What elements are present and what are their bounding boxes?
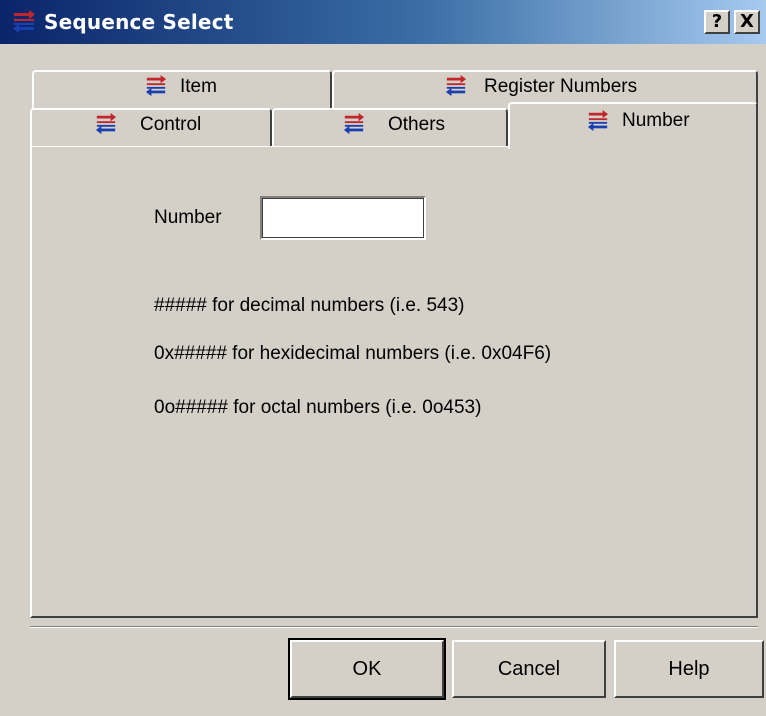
tab-item[interactable]: Item: [32, 70, 332, 110]
number-input[interactable]: [260, 196, 426, 240]
sequence-select-dialog: Sequence Select ? X Item Register Number…: [0, 0, 766, 716]
sequence-app-icon: [13, 10, 35, 33]
button-separator: [30, 626, 758, 628]
sequence-icon: [95, 113, 117, 135]
title-bar[interactable]: Sequence Select ? X: [0, 0, 766, 44]
hint-octal: 0o##### for octal numbers (i.e. 0o453): [154, 397, 482, 418]
tab-number[interactable]: Number: [508, 102, 758, 149]
tab-control[interactable]: Control: [30, 108, 272, 146]
ok-button[interactable]: OK: [288, 638, 446, 700]
sequence-icon: [445, 75, 467, 97]
hint-decimal: ##### for decimal numbers (i.e. 543): [154, 295, 465, 316]
tab-item-label: Item: [180, 76, 217, 97]
title-help-button[interactable]: ?: [704, 10, 730, 34]
sequence-icon: [587, 110, 609, 132]
cancel-button[interactable]: Cancel: [452, 640, 606, 698]
tab-others-label: Others: [388, 114, 446, 135]
hint-hexadecimal: 0x##### for hexidecimal numbers (i.e. 0x…: [154, 343, 552, 364]
tab-register-numbers-label: Register Numbers: [484, 76, 638, 97]
sequence-icon: [145, 75, 167, 97]
tab-number-label: Number: [622, 110, 690, 131]
tab-control-label: Control: [140, 114, 202, 135]
number-label: Number: [154, 207, 222, 228]
window-title: Sequence Select: [44, 10, 234, 34]
tab-others[interactable]: Others: [272, 108, 508, 146]
title-close-button[interactable]: X: [734, 10, 760, 34]
sequence-icon: [343, 113, 365, 135]
help-button[interactable]: Help: [614, 640, 764, 698]
